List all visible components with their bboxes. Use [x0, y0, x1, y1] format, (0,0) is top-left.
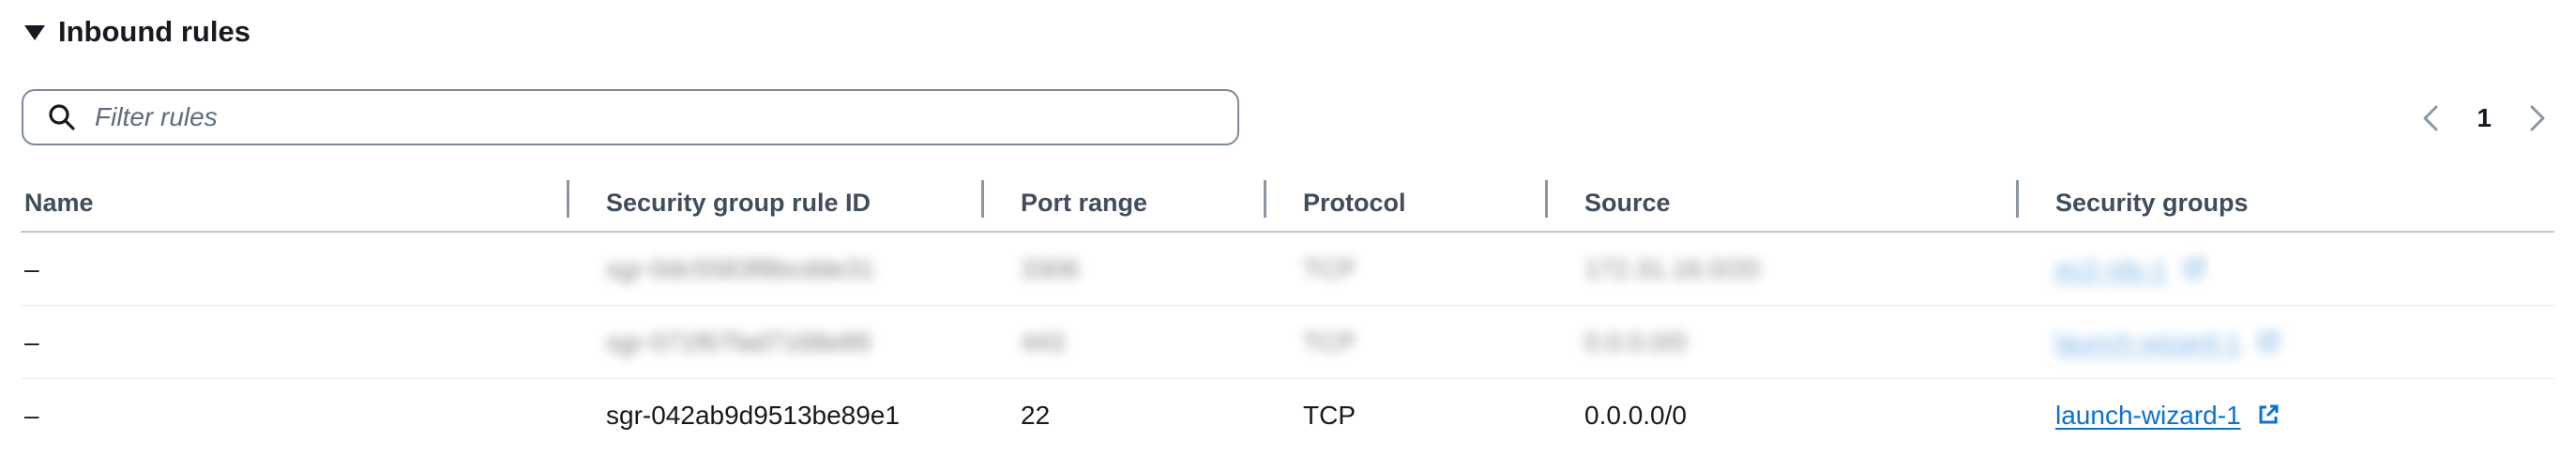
cell-security-group[interactable]: launch-wizard-1 — [2055, 306, 2280, 378]
column-resizer[interactable] — [981, 180, 984, 218]
cell-name: – — [24, 401, 39, 430]
column-header-rule-id[interactable]: Security group rule ID — [606, 184, 871, 221]
column-header-source[interactable]: Source — [1584, 184, 1671, 221]
cell-port-range: 3306 — [1021, 254, 1080, 283]
cell-source: 172.31.16.0/20 — [1584, 254, 1760, 283]
chevron-right-icon — [2530, 105, 2545, 131]
inbound-rules-header[interactable]: Inbound rules — [24, 13, 250, 51]
cell-rule-id: sgr-0dc5583f8bcdde31 — [606, 254, 875, 283]
table-row: – sgr-071f67fad7168e89 443 TCP 0.0.0.0/0… — [21, 306, 2554, 379]
current-page[interactable]: 1 — [2477, 103, 2492, 133]
search-icon — [49, 104, 75, 130]
cell-security-group[interactable]: ec2-rds-1 — [2055, 233, 2205, 305]
inbound-rules-table: Name Security group rule ID Port range P… — [21, 175, 2554, 451]
chevron-left-icon — [2423, 105, 2438, 131]
cell-source: 0.0.0.0/0 — [1584, 401, 1687, 430]
table-header: Name Security group rule ID Port range P… — [21, 175, 2554, 233]
cell-protocol: TCP — [1303, 254, 1356, 283]
filter-input[interactable] — [93, 101, 1204, 133]
table-row: – sgr-0dc5583f8bcdde31 3306 TCP 172.31.1… — [21, 233, 2554, 306]
column-header-port-range[interactable]: Port range — [1021, 184, 1147, 221]
cell-port-range: 443 — [1021, 327, 1065, 357]
column-resizer[interactable] — [1264, 180, 1266, 218]
cell-port-range: 22 — [1021, 401, 1051, 430]
column-resizer[interactable] — [1545, 180, 1548, 218]
cell-name: – — [24, 254, 39, 283]
table-row: – sgr-042ab9d9513be89e1 22 TCP 0.0.0.0/0… — [21, 379, 2554, 451]
cell-rule-id: sgr-071f67fad7168e89 — [606, 327, 871, 357]
cell-security-group[interactable]: launch-wizard-1 — [2055, 379, 2280, 451]
column-header-protocol[interactable]: Protocol — [1303, 184, 1406, 221]
column-resizer[interactable] — [567, 180, 569, 218]
security-group-link[interactable]: ec2-rds-1 — [2055, 254, 2166, 283]
column-resizer[interactable] — [2016, 180, 2019, 218]
caret-down-icon[interactable] — [24, 25, 45, 40]
column-header-security-groups[interactable]: Security groups — [2055, 184, 2249, 221]
inbound-rules-panel: Inbound rules 1 Name Security group rule… — [0, 0, 2576, 471]
pagination: 1 — [2417, 98, 2576, 139]
filter-box[interactable] — [22, 89, 1239, 145]
security-group-link[interactable]: launch-wizard-1 — [2055, 401, 2241, 430]
security-group-link[interactable]: launch-wizard-1 — [2055, 327, 2241, 357]
external-link-icon — [2259, 331, 2279, 351]
section-title: Inbound rules — [58, 15, 250, 48]
external-link-icon — [2185, 258, 2205, 278]
cell-protocol: TCP — [1303, 401, 1356, 430]
cell-rule-id: sgr-042ab9d9513be89e1 — [606, 401, 900, 430]
cell-name: – — [24, 327, 39, 357]
cell-source: 0.0.0.0/0 — [1584, 327, 1687, 357]
external-link-icon — [2259, 404, 2279, 424]
cell-protocol: TCP — [1303, 327, 1356, 357]
next-page-button[interactable] — [2523, 99, 2552, 137]
column-header-name[interactable]: Name — [24, 184, 94, 221]
prev-page-button[interactable] — [2417, 99, 2445, 137]
